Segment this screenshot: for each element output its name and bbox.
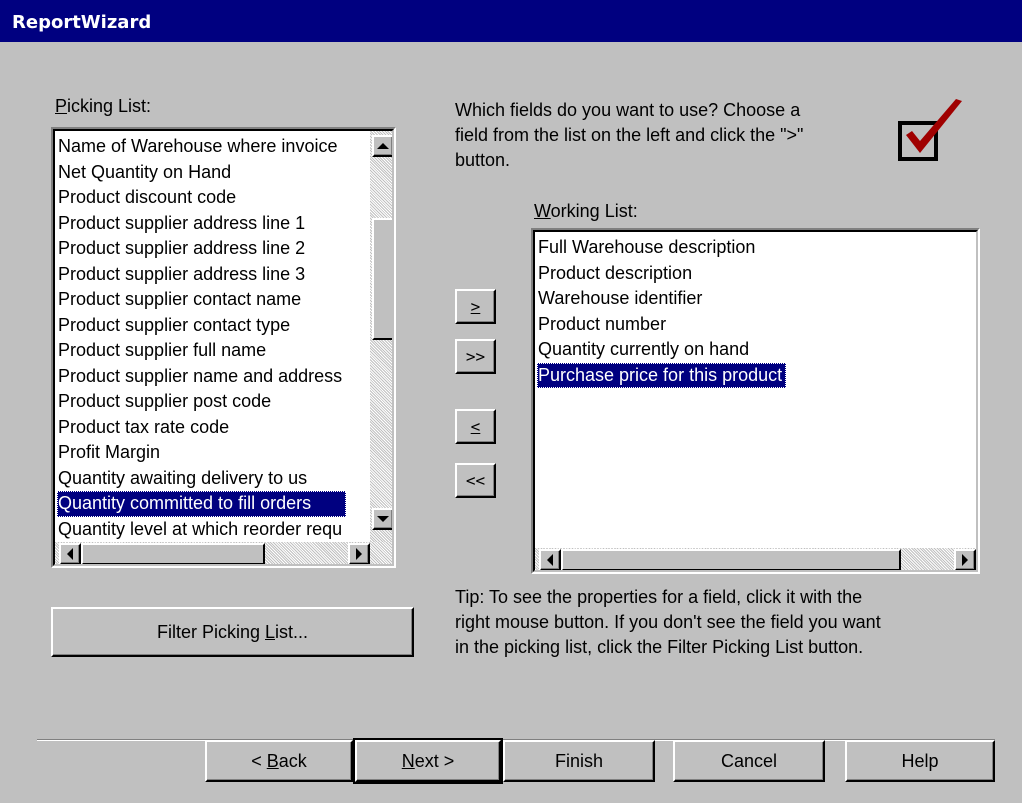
working-list-items: Full Warehouse description Product descri… [537, 235, 787, 388]
arrow-left-icon [547, 554, 553, 566]
list-item[interactable]: Product supplier address line 2 [57, 236, 346, 262]
picking-list-label: Picking List: [55, 96, 151, 117]
scroll-left-button[interactable] [539, 549, 561, 570]
finish-button[interactable]: Finish [503, 740, 655, 782]
instructions: Which fields do you want to use? Choose … [455, 98, 803, 173]
list-item[interactable]: Profit Margin [57, 440, 346, 466]
tip-line-1: Tip: To see the properties for a field, … [455, 587, 863, 607]
list-item[interactable]: Product discount code [57, 185, 346, 211]
list-item[interactable]: Quantity level at which reorder requ [57, 517, 346, 543]
list-item[interactable]: Product number [537, 312, 786, 338]
working-list-label: Working List: [534, 201, 638, 222]
help-button[interactable]: Help [845, 740, 995, 782]
picking-list-label-rest: icking List: [67, 96, 152, 116]
remove-all-fields-button[interactable]: << [455, 463, 496, 498]
picking-list-hscroll-thumb[interactable] [81, 543, 265, 564]
instructions-line-2: field from the list on the left and clic… [455, 125, 804, 145]
next-button[interactable]: Next > [353, 738, 503, 784]
arrow-up-icon [377, 143, 389, 149]
list-item[interactable]: Product supplier contact name [57, 287, 346, 313]
title-bar: ReportWizard [0, 0, 1022, 42]
list-item[interactable]: Product supplier post code [57, 389, 346, 415]
list-item[interactable]: Quantity awaiting delivery to us [57, 466, 346, 492]
list-item[interactable]: Purchase price for this product [537, 362, 787, 388]
tip-line-3: in the picking list, click the Filter Pi… [455, 637, 864, 657]
scroll-left-button[interactable] [59, 543, 81, 564]
working-list[interactable]: Full Warehouse description Product descri… [531, 228, 980, 574]
tip-text: Tip: To see the properties for a field, … [455, 585, 881, 660]
working-list-hscroll-thumb[interactable] [561, 549, 901, 570]
add-all-label: >> [465, 347, 486, 366]
add-all-fields-button[interactable]: >> [455, 339, 496, 374]
add-field-button[interactable]: > [455, 289, 496, 324]
next-label-post: ext > [414, 750, 455, 771]
scroll-down-button[interactable] [372, 508, 392, 530]
picking-list[interactable]: Name of Warehouse where invoice Net Quant… [51, 127, 396, 568]
working-list-label-accel: W [534, 201, 551, 221]
list-item[interactable]: Product supplier full name [57, 338, 346, 364]
list-item[interactable]: Quantity committed to fill orders [57, 491, 347, 517]
add-field-label: > [470, 297, 481, 316]
back-label-pre: < [251, 750, 267, 771]
remove-field-button[interactable]: < [455, 409, 496, 444]
instructions-line-3: button. [455, 150, 511, 170]
back-button[interactable]: < Back [205, 740, 353, 782]
filter-label-accel: L [265, 621, 276, 642]
picking-list-label-accel: P [55, 96, 68, 116]
scroll-right-button[interactable] [348, 543, 370, 564]
instructions-line-1: Which fields do you want to use? Choose … [455, 100, 801, 120]
list-item[interactable]: Net Quantity on Hand [57, 160, 346, 186]
working-list-label-rest: orking List: [550, 201, 638, 221]
list-item[interactable]: Full Warehouse description [537, 235, 786, 261]
list-item[interactable]: Product description [537, 261, 786, 287]
list-item[interactable]: Quantity currently on hand [537, 337, 786, 363]
tip-line-2: right mouse button. If you don't see the… [455, 612, 881, 632]
next-label-accel: N [401, 750, 415, 771]
back-label: < Back [251, 751, 307, 772]
list-item[interactable]: Product supplier name and address [57, 364, 346, 390]
list-item[interactable]: Product tax rate code [57, 415, 346, 441]
picking-list-vscroll-thumb[interactable] [372, 218, 392, 340]
help-label: Help [901, 750, 939, 771]
filter-picking-list-button[interactable]: Filter Picking List... [51, 607, 414, 657]
next-label: Next > [402, 751, 455, 772]
list-item[interactable]: Name of Warehouse where invoice [57, 134, 346, 160]
finish-label: Finish [554, 750, 603, 771]
cancel-button[interactable]: Cancel [673, 740, 825, 782]
list-item[interactable]: Product supplier address line 1 [57, 211, 346, 237]
arrow-left-icon [67, 548, 73, 560]
scroll-up-button[interactable] [372, 135, 392, 157]
back-label-accel: B [266, 750, 279, 771]
arrow-right-icon [962, 554, 968, 566]
picking-list-items: Name of Warehouse where invoice Net Quant… [57, 134, 347, 543]
window-title: ReportWizard [12, 12, 152, 33]
filter-label-post: ist... [275, 621, 309, 642]
arrow-right-icon [356, 548, 362, 560]
list-item[interactable]: Product supplier contact type [57, 313, 346, 339]
remove-field-label: < [470, 417, 481, 436]
filter-label-pre: Filter Picking [156, 621, 265, 642]
cancel-label: Cancel [720, 750, 778, 771]
list-item[interactable]: Warehouse identifier [537, 286, 786, 312]
remove-all-label: << [465, 471, 486, 490]
list-item[interactable]: Product supplier address line 3 [57, 262, 346, 288]
scroll-right-button[interactable] [954, 549, 976, 570]
arrow-down-icon [377, 516, 389, 522]
filter-button-label: Filter Picking List... [157, 622, 308, 643]
back-label-post: ack [278, 750, 307, 771]
checkmark-icon [896, 97, 968, 165]
